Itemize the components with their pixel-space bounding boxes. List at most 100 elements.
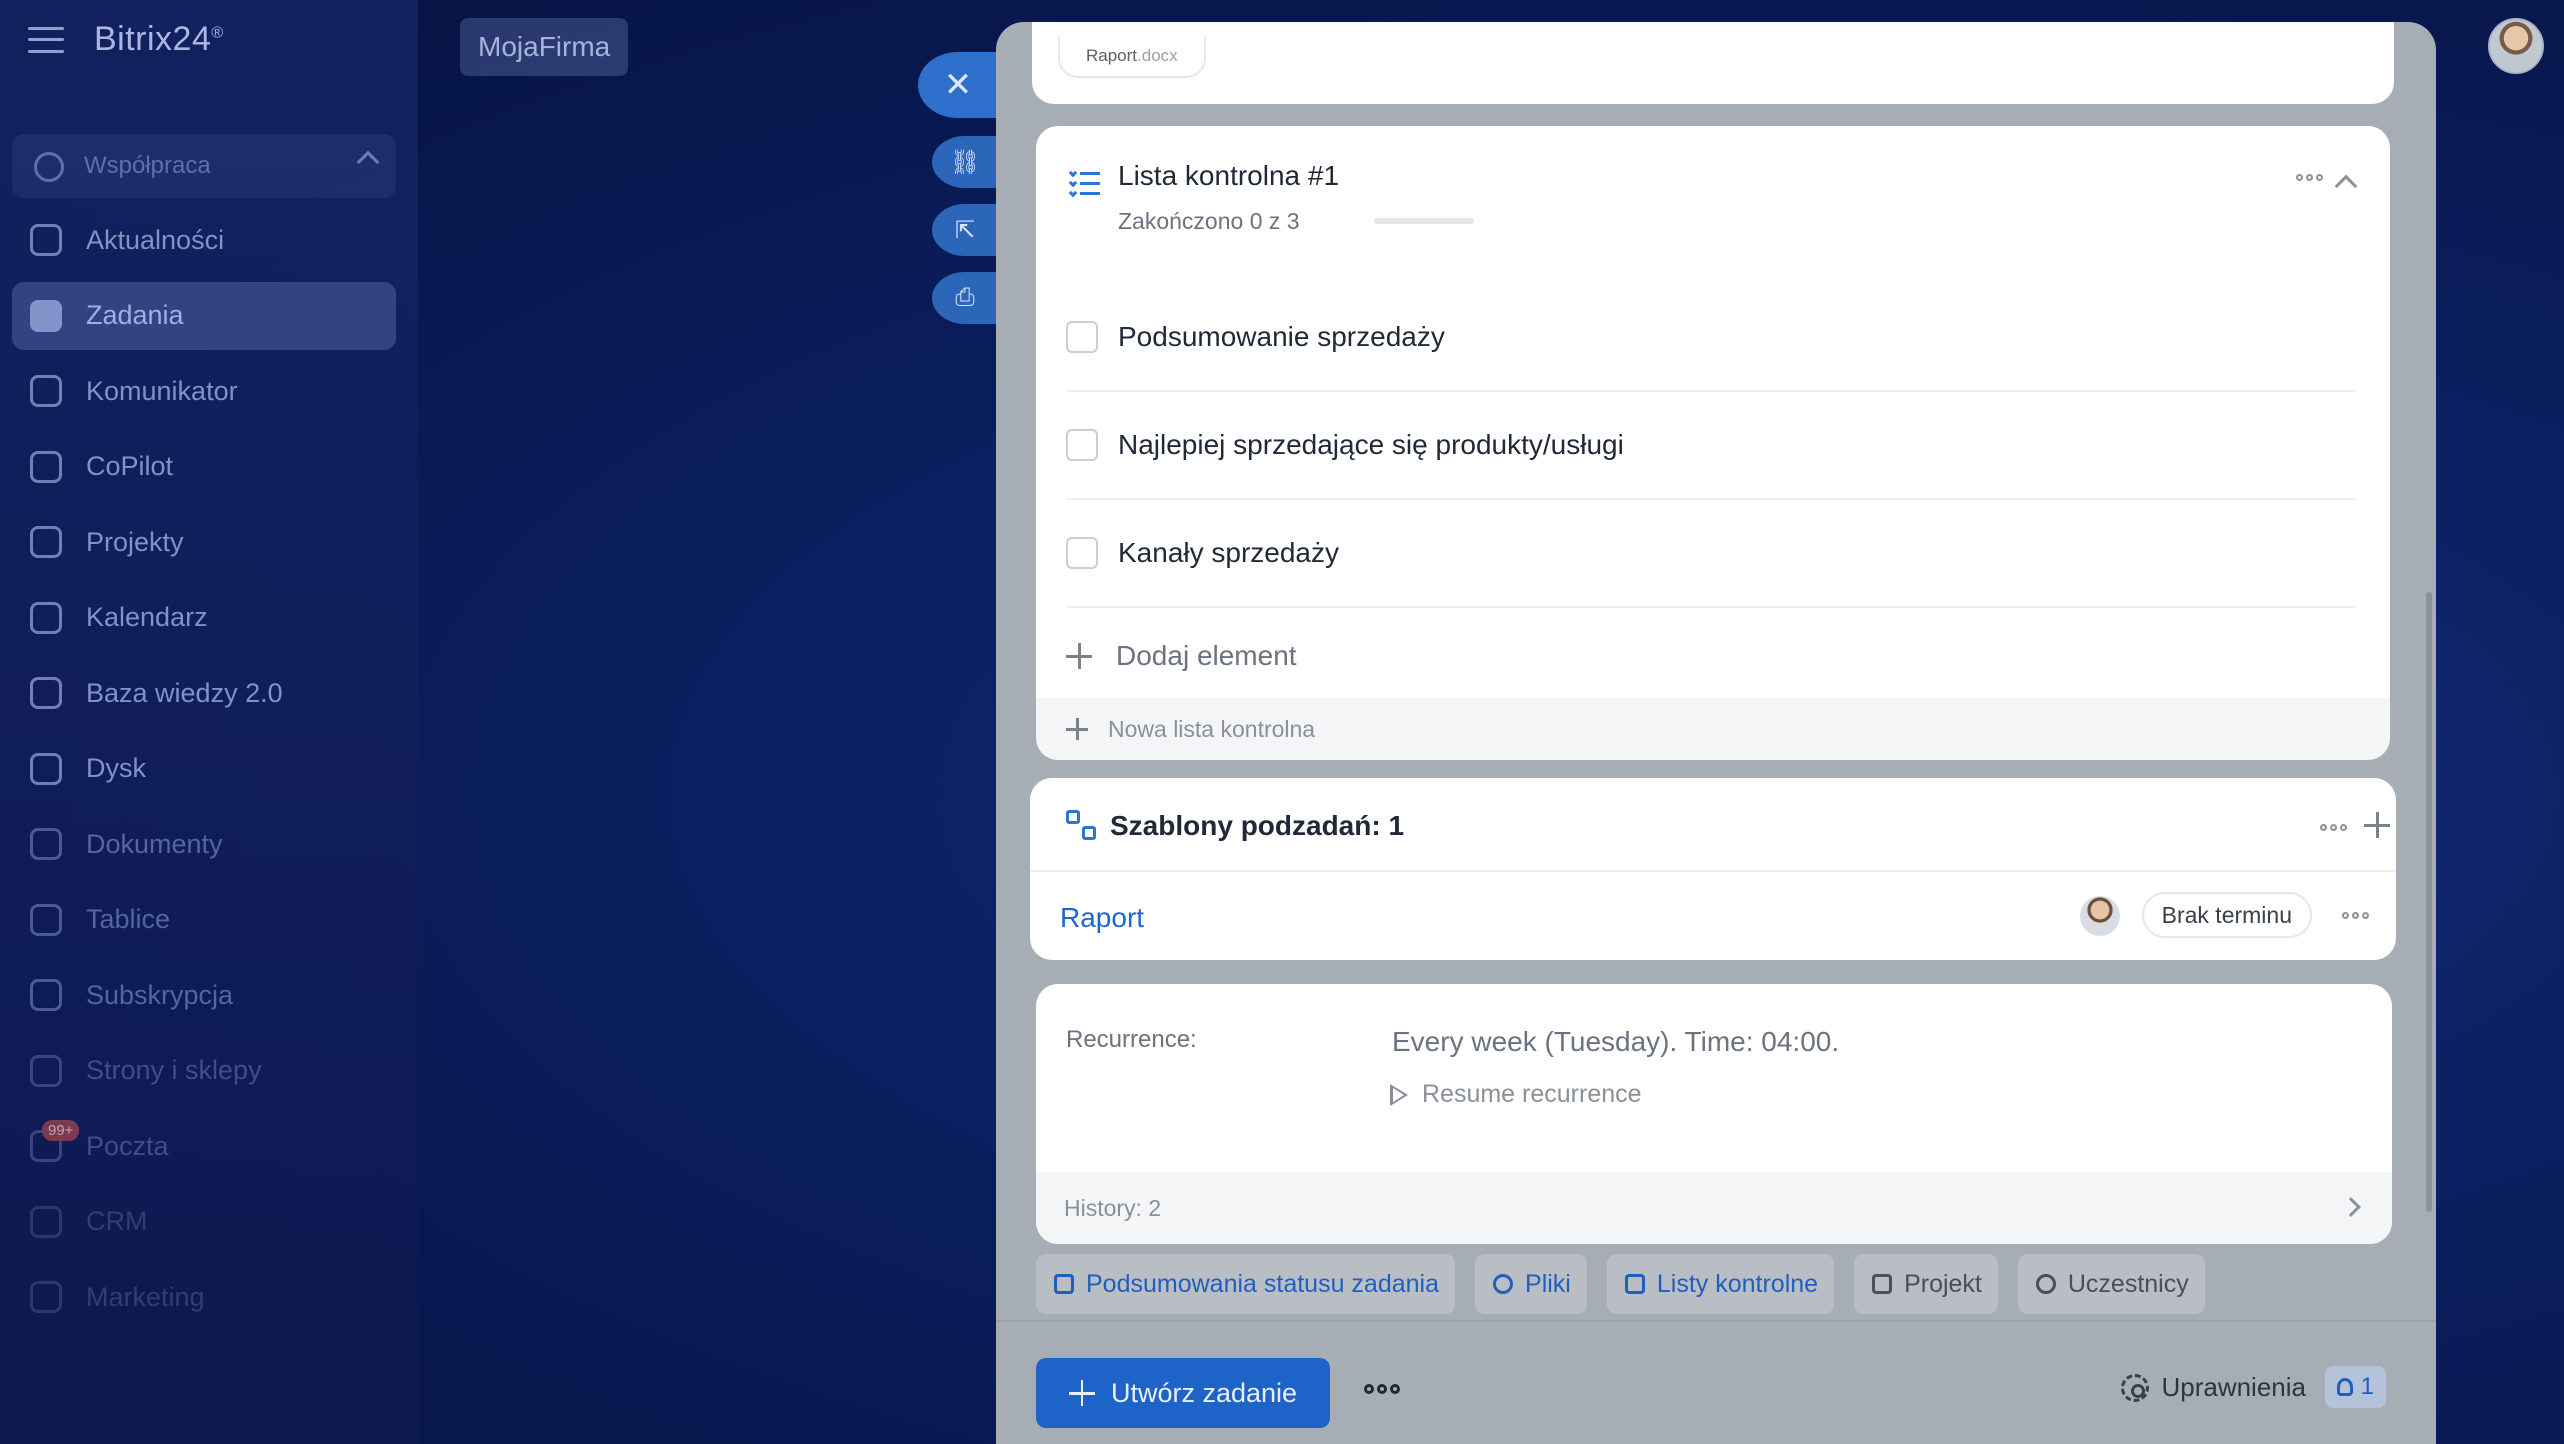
documents-icon <box>30 828 62 860</box>
participants-count-badge[interactable]: 1 <box>2324 1366 2386 1408</box>
more-icon[interactable] <box>2342 912 2369 919</box>
history-row[interactable]: History: 2 <box>1036 1172 2392 1244</box>
print-button[interactable]: ⎙ <box>932 272 998 324</box>
marketing-icon <box>30 1281 62 1313</box>
checkbox[interactable] <box>1066 321 1098 353</box>
sidebar-nav: Aktualności Zadania Komunikator CoPilot … <box>12 206 396 1339</box>
more-icon[interactable] <box>2320 824 2347 831</box>
sidebar-header: Bitrix24® <box>28 20 224 59</box>
task-slider-panel: Raport .docx Lista kontrolna #1 Zakończon… <box>996 22 2436 1444</box>
chip-status-summaries[interactable]: Podsumowania statusu zadania <box>1036 1254 1456 1314</box>
left-sidebar: Bitrix24® Współpraca Aktualności Zadania… <box>0 0 418 1444</box>
checklist-item[interactable]: Kanały sprzedaży <box>1066 500 2356 608</box>
chevron-right-icon <box>2341 1197 2361 1217</box>
checklist-title[interactable]: Lista kontrolna #1 <box>1118 160 1339 192</box>
more-icon[interactable] <box>2296 174 2323 181</box>
files-card: Raport .docx <box>1032 22 2394 104</box>
sidebar-item-copilot[interactable]: CoPilot <box>12 433 396 501</box>
recurrence-value: Every week (Tuesday). Time: 04:00. <box>1392 1026 1840 1057</box>
sidebar-item-mail[interactable]: 99+ Poczta <box>12 1112 396 1180</box>
sidebar-group-collaboration[interactable]: Współpraca <box>12 134 396 198</box>
file-attachment[interactable]: Raport .docx <box>1058 36 1206 78</box>
tasks-icon <box>30 299 62 332</box>
company-button[interactable]: MojaFirma <box>460 18 629 76</box>
add-checklist-item-button[interactable]: Dodaj element <box>1066 640 1297 672</box>
checklist-icon <box>1624 1274 1645 1294</box>
scrollbar[interactable] <box>2426 592 2432 1212</box>
chevron-up-icon[interactable] <box>356 150 380 174</box>
sidebar-item-boards[interactable]: Tablice <box>12 886 396 954</box>
sidebar-item-tasks[interactable]: Zadania <box>12 281 396 350</box>
paperclip-icon <box>1493 1274 1514 1294</box>
sidebar-item-sites-stores[interactable]: Strony i sklepy <box>12 1037 396 1105</box>
user-avatar[interactable] <box>2488 18 2544 74</box>
task-section-chips: Podsumowania statusu zadania Pliki Listy… <box>1036 1254 2205 1314</box>
menu-icon[interactable] <box>28 26 64 53</box>
chevron-up-icon[interactable] <box>2334 174 2358 198</box>
deadline-badge[interactable]: Brak terminu <box>2141 892 2312 938</box>
sidebar-item-marketing[interactable]: Marketing <box>12 1263 396 1331</box>
person-icon <box>2336 1378 2353 1396</box>
add-subtask-icon[interactable] <box>2364 812 2390 838</box>
sidebar-item-subscription[interactable]: Subskrypcja <box>12 961 396 1029</box>
checklist-progress-text: Zakończono 0 z 3 <box>1118 208 1300 234</box>
subtask-templates-card: Szablony podzadań: 1 Raport Brak terminu <box>1030 778 2396 960</box>
sidebar-item-news[interactable]: Aktualności <box>12 206 396 274</box>
news-icon <box>30 224 62 256</box>
subtask-templates-title: Szablony podzadań: 1 <box>1110 810 1405 841</box>
folder-icon <box>1872 1274 1893 1294</box>
boards-icon <box>30 903 62 936</box>
chip-project[interactable]: Projekt <box>1854 1254 1998 1314</box>
knowledge-icon <box>30 677 62 709</box>
subtask-link[interactable]: Raport <box>1060 902 1144 934</box>
checkbox[interactable] <box>1066 429 1098 461</box>
sidebar-item-knowledge-base[interactable]: Baza wiedzy 2.0 <box>12 659 396 727</box>
link-icon: ⛓ <box>949 148 981 176</box>
projects-icon <box>30 526 62 558</box>
more-icon[interactable] <box>1364 1384 1400 1394</box>
calendar-icon <box>30 601 62 634</box>
new-checklist-button[interactable]: Nowa lista kontrolna <box>1036 698 2390 760</box>
gear-icon <box>2121 1373 2150 1402</box>
copilot-icon <box>30 450 62 483</box>
recurrence-card: Recurrence: Every week (Tuesday). Time: … <box>1036 984 2392 1244</box>
sidebar-item-calendar[interactable]: Kalendarz <box>12 584 396 652</box>
checkbox[interactable] <box>1066 537 1098 569</box>
sidebar-item-messenger[interactable]: Komunikator <box>12 357 396 425</box>
checklist-item[interactable]: Podsumowanie sprzedaży <box>1066 284 2356 392</box>
subtasks-icon <box>1066 810 1096 840</box>
sidebar-group-label: Współpraca <box>84 152 211 179</box>
sidebar-item-projects[interactable]: Projekty <box>12 508 396 576</box>
checklist-icon <box>1068 168 1100 198</box>
chat-icon <box>30 375 62 407</box>
checklist-card: Lista kontrolna #1 Zakończono 0 z 3 Pods… <box>1036 126 2390 698</box>
chip-files[interactable]: Pliki <box>1475 1254 1587 1314</box>
divider <box>1030 870 2396 872</box>
recurrence-label: Recurrence: <box>1066 1026 1197 1053</box>
subscription-icon <box>30 979 62 1011</box>
plus-icon <box>1066 643 1092 669</box>
chip-participants[interactable]: Uczestnicy <box>2017 1254 2205 1314</box>
slider-footer: Utwórz zadanie Uprawnienia 1 <box>996 1320 2436 1444</box>
permissions-button[interactable]: Uprawnienia <box>2121 1372 2306 1403</box>
drive-icon <box>30 752 62 785</box>
print-icon: ⎙ <box>955 284 975 311</box>
plus-icon <box>1066 718 1088 740</box>
open-new-window-button[interactable]: ⇱ <box>932 204 998 256</box>
sidebar-item-drive[interactable]: Dysk <box>12 735 396 803</box>
chip-checklists[interactable]: Listy kontrolne <box>1606 1254 1835 1314</box>
sidebar-item-documents[interactable]: Dokumenty <box>12 810 396 878</box>
mail-badge: 99+ <box>42 1120 80 1141</box>
create-task-button[interactable]: Utwórz zadanie <box>1036 1358 1330 1428</box>
checklist-item[interactable]: Najlepiej sprzedające się produkty/usług… <box>1066 392 2356 500</box>
play-icon <box>1390 1083 1408 1106</box>
resume-recurrence-button[interactable]: Resume recurrence <box>1390 1080 1642 1109</box>
brand-logo[interactable]: Bitrix24® <box>94 20 224 59</box>
responsible-avatar[interactable] <box>2080 896 2120 936</box>
person-icon <box>2035 1274 2056 1294</box>
external-link-icon: ⇱ <box>954 216 976 244</box>
close-slider-button[interactable]: ✕ <box>918 52 998 118</box>
copy-link-button[interactable]: ⛓ <box>932 136 998 188</box>
sidebar-item-crm[interactable]: CRM <box>12 1188 396 1256</box>
collaboration-icon <box>34 152 64 182</box>
